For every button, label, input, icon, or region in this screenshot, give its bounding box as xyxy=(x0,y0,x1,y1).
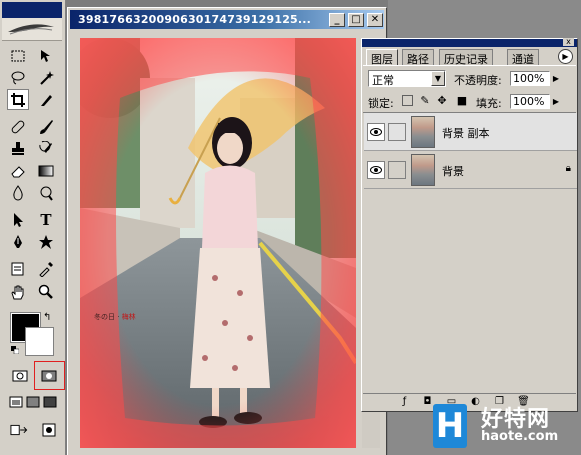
path-selection-tool-icon[interactable] xyxy=(7,209,29,230)
layer-thumbnail xyxy=(411,154,435,186)
lock-label: 锁定: xyxy=(368,97,394,110)
layer-name: 背景 副本 xyxy=(442,127,490,140)
lasso-tool-icon[interactable] xyxy=(7,67,29,88)
tab-layers[interactable]: 图层 xyxy=(366,49,398,66)
chevron-down-icon[interactable]: ▼ xyxy=(431,71,445,86)
layer-row-background[interactable]: 背景 🔒︎ xyxy=(364,151,577,189)
opacity-input[interactable]: 100% xyxy=(510,71,550,86)
tab-history[interactable]: 历史记录 xyxy=(439,49,493,66)
layers-palette: x 图层 路径 历史记录 通道 ▶ 正常 ▼ 不透明度: 100% ▶ 锁定: … xyxy=(361,38,578,412)
swap-colors-icon[interactable]: ↰ xyxy=(43,312,51,323)
jump-to-imageready-icon[interactable] xyxy=(9,419,35,440)
lock-all-icon[interactable]: ■ xyxy=(456,95,468,107)
toolbox-title-bar[interactable] xyxy=(2,2,62,18)
clone-stamp-tool-icon[interactable] xyxy=(7,138,29,159)
lock-icon: 🔒︎ xyxy=(565,163,571,174)
move-tool-icon[interactable] xyxy=(35,45,57,66)
layers-list: 背景 副本 背景 🔒︎ xyxy=(363,113,577,393)
photo-caption: 冬の日 · 梅林 xyxy=(94,313,136,321)
lock-image-icon[interactable]: ✎ xyxy=(419,95,431,107)
custom-shape-tool-icon[interactable] xyxy=(35,231,57,252)
zoom-tool-icon[interactable] xyxy=(35,281,57,302)
image-document-window: 3981766320090630174739129125... _ □ ✕ 冬の… xyxy=(67,7,387,455)
full-screen-menu-mode-icon[interactable] xyxy=(24,391,42,412)
tab-channels[interactable]: 通道 xyxy=(507,49,539,66)
standard-mode-icon[interactable] xyxy=(9,365,31,386)
photo-canvas[interactable]: 冬の日 · 梅林 xyxy=(80,38,356,448)
maximize-button[interactable]: □ xyxy=(348,13,364,27)
tab-paths[interactable]: 路径 xyxy=(402,49,434,66)
eye-icon[interactable] xyxy=(367,123,385,141)
layer-row-background-copy[interactable]: 背景 副本 xyxy=(364,113,577,151)
watermark-url: haote.com xyxy=(481,429,559,444)
eraser-tool-icon[interactable] xyxy=(7,160,29,181)
full-screen-mode-icon[interactable] xyxy=(41,391,59,412)
watermark-logo: H xyxy=(433,404,467,448)
notes-tool-icon[interactable] xyxy=(7,258,29,279)
opacity-arrow-icon[interactable]: ▶ xyxy=(551,71,561,86)
tab-divider xyxy=(363,65,576,66)
gradient-tool-icon[interactable] xyxy=(35,160,57,181)
standard-screen-mode-icon[interactable] xyxy=(7,391,25,412)
layer-link-box[interactable] xyxy=(388,161,406,179)
magic-wand-tool-icon[interactable] xyxy=(35,67,57,88)
toolbox: T ↰ xyxy=(0,0,66,455)
fill-label: 填充: xyxy=(476,97,502,110)
slice-tool-icon[interactable] xyxy=(35,89,57,110)
imageready-icon[interactable] xyxy=(38,419,60,440)
photo-scene xyxy=(80,38,356,448)
blend-opacity-row: 正常 ▼ 不透明度: 100% ▶ xyxy=(368,70,573,87)
lock-position-icon[interactable]: ✥ xyxy=(436,95,448,107)
layer-thumbnail xyxy=(411,116,435,148)
type-tool-icon[interactable]: T xyxy=(35,209,57,230)
background-color-swatch[interactable] xyxy=(25,327,54,356)
fill-arrow-icon[interactable]: ▶ xyxy=(551,94,561,109)
palette-close-icon[interactable]: x xyxy=(563,38,574,46)
brush-tool-icon[interactable] xyxy=(35,116,57,137)
palette-menu-arrow-icon[interactable]: ▶ xyxy=(558,49,573,64)
pen-tool-icon[interactable] xyxy=(7,231,29,252)
default-colors-icon[interactable] xyxy=(11,344,20,355)
opacity-label: 不透明度: xyxy=(454,74,502,87)
quick-mask-mode-icon[interactable] xyxy=(38,365,60,386)
blur-tool-icon[interactable] xyxy=(7,182,29,203)
history-brush-tool-icon[interactable] xyxy=(35,138,57,159)
layer-link-box[interactable] xyxy=(388,123,406,141)
site-watermark: H 好特网 haote.com xyxy=(433,401,581,455)
document-title-bar[interactable]: 3981766320090630174739129125... _ □ ✕ xyxy=(70,10,384,29)
crop-tool-icon[interactable] xyxy=(7,89,29,110)
layer-style-icon[interactable]: ƒ xyxy=(398,395,411,408)
minimize-button[interactable]: _ xyxy=(329,13,345,27)
blend-mode-select[interactable]: 正常 ▼ xyxy=(368,70,446,87)
lock-transparent-icon[interactable] xyxy=(402,95,413,106)
palette-title-strip[interactable]: x xyxy=(362,38,577,47)
marquee-tool-icon[interactable] xyxy=(7,45,29,66)
dodge-tool-icon[interactable] xyxy=(35,182,57,203)
fill-input[interactable]: 100% xyxy=(510,94,550,109)
healing-brush-tool-icon[interactable] xyxy=(7,116,29,137)
document-title: 3981766320090630174739129125... xyxy=(78,13,312,26)
layer-name: 背景 xyxy=(442,165,464,178)
eye-icon[interactable] xyxy=(367,161,385,179)
photoshop-feather-logo[interactable] xyxy=(2,18,62,41)
hand-tool-icon[interactable] xyxy=(7,281,29,302)
close-button[interactable]: ✕ xyxy=(367,13,383,27)
eyedropper-tool-icon[interactable] xyxy=(35,258,57,279)
